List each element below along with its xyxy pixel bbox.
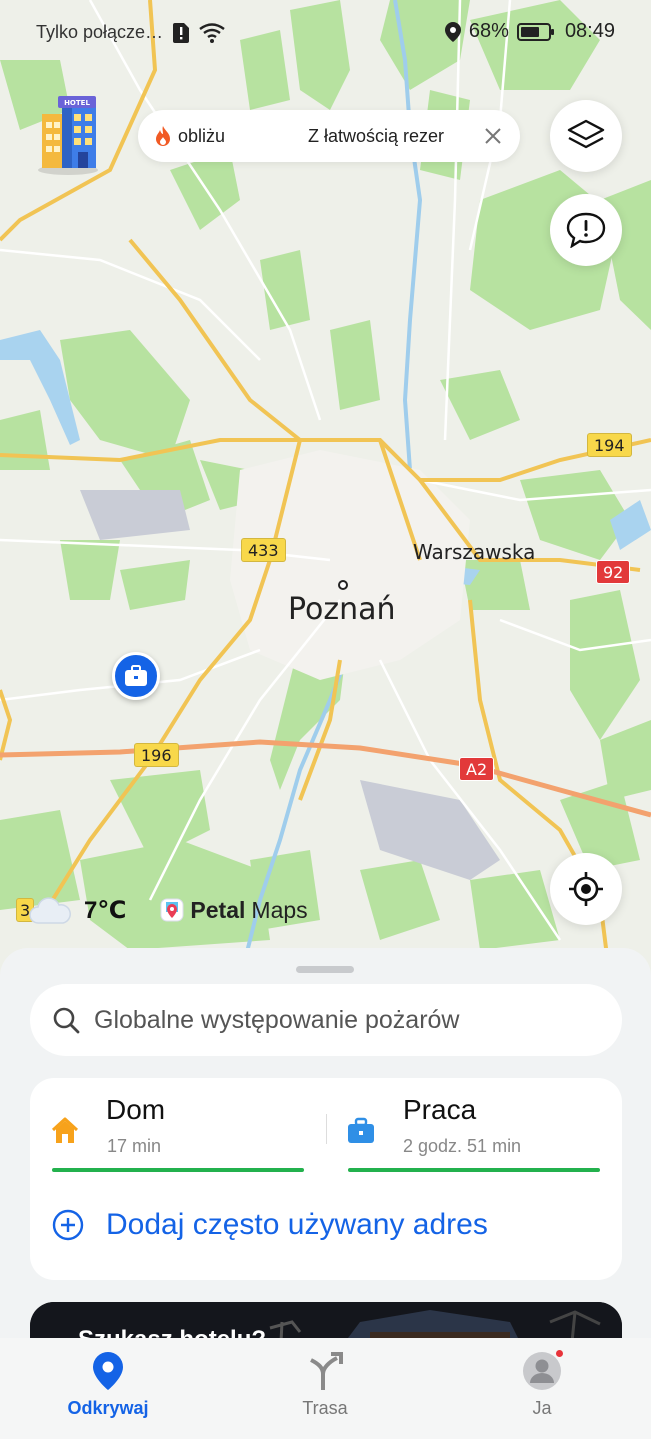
battery-icon — [516, 22, 554, 41]
nav-me[interactable]: Ja — [477, 1348, 607, 1419]
connection-status: Tylko połącze… — [36, 22, 164, 42]
brand-petal-text: Petal — [190, 897, 246, 923]
my-location-button[interactable] — [550, 853, 622, 925]
location-status-icon — [444, 21, 461, 42]
map-pin-icon — [93, 1352, 123, 1390]
flame-icon — [156, 126, 170, 146]
road-shield-194: 194 — [587, 433, 632, 457]
layers-button[interactable] — [550, 100, 622, 172]
add-address-button[interactable]: Dodaj często używany adres — [52, 1208, 488, 1242]
add-address-label: Dodaj często używany adres — [106, 1208, 488, 1241]
route-icon — [310, 1352, 343, 1390]
promo-banner[interactable]: obliżu Z łatwością rezerw — [138, 110, 520, 162]
hotel-building-icon: HOTEL — [38, 96, 98, 175]
nav-route-label: Trasa — [302, 1398, 348, 1418]
petal-maps-logo-icon — [160, 898, 184, 921]
nav-discover-label: Odkrywaj — [67, 1398, 149, 1418]
search-bar[interactable] — [30, 984, 622, 1056]
battery-percent: 68% — [468, 20, 509, 42]
search-icon — [53, 1007, 80, 1034]
city-center-dot — [338, 580, 348, 590]
clock: 08:49 — [564, 20, 615, 42]
saved-places-card: Dom 17 min Praca 2 godz. 51 min Dodaj cz… — [30, 1078, 622, 1280]
district-label: Warszawska — [413, 540, 536, 564]
work-pin[interactable] — [112, 652, 160, 700]
svg-text:HOTEL: HOTEL — [64, 99, 90, 107]
place-work-time: 2 godz. 51 min — [403, 1136, 522, 1156]
feedback-button[interactable] — [550, 194, 622, 266]
feedback-icon — [566, 212, 606, 248]
place-home[interactable]: Dom 17 min — [30, 1094, 326, 1172]
sim-alert-icon — [173, 22, 190, 43]
bottom-nav: Odkrywaj Trasa Ja — [0, 1338, 651, 1439]
brand-maps-text: Maps — [251, 897, 308, 923]
place-home-time: 17 min — [107, 1136, 162, 1156]
search-input[interactable] — [94, 1005, 594, 1035]
petal-maps-logo: Petal Maps — [160, 897, 308, 924]
close-icon[interactable] — [480, 123, 506, 149]
home-icon — [51, 1117, 79, 1143]
crosshair-icon — [569, 872, 603, 906]
cloud-icon — [29, 896, 71, 924]
road-shield-196: 196 — [134, 743, 179, 767]
bottom-sheet: Dom 17 min Praca 2 godz. 51 min Dodaj cz… — [0, 948, 651, 1362]
place-home-name: Dom — [106, 1094, 166, 1125]
status-bar: Tylko połącze… 68% 08:49 — [0, 0, 651, 64]
nav-me-label: Ja — [532, 1398, 552, 1418]
road-shield-92: 92 — [596, 560, 631, 584]
hotel-promo-icon[interactable]: HOTEL — [34, 90, 106, 176]
banner-promo-text: Z łatwością rezerw — [308, 125, 444, 146]
sheet-drag-handle[interactable] — [296, 966, 354, 973]
place-work-name: Praca — [403, 1094, 477, 1125]
nav-route[interactable]: Trasa — [260, 1350, 390, 1419]
city-label: Poznań — [288, 592, 396, 627]
banner-nearby-text: obliżu — [178, 125, 226, 146]
notification-dot — [554, 1348, 565, 1359]
briefcase-icon — [348, 1117, 374, 1143]
place-home-progress — [52, 1168, 304, 1172]
add-circle-icon — [52, 1209, 84, 1241]
nav-discover[interactable]: Odkrywaj — [43, 1350, 173, 1419]
wifi-icon — [199, 22, 225, 43]
avatar — [521, 1348, 565, 1392]
weather-brand-row: 7℃ Petal Maps — [16, 896, 308, 925]
weather-temperature: 7℃ — [84, 897, 127, 924]
layers-icon — [567, 119, 605, 149]
place-work[interactable]: Praca 2 godz. 51 min — [326, 1094, 622, 1172]
road-shield-433: 433 — [241, 538, 286, 562]
briefcase-icon — [125, 665, 147, 686]
road-shield-a2: A2 — [459, 757, 495, 781]
place-work-progress — [348, 1168, 600, 1172]
